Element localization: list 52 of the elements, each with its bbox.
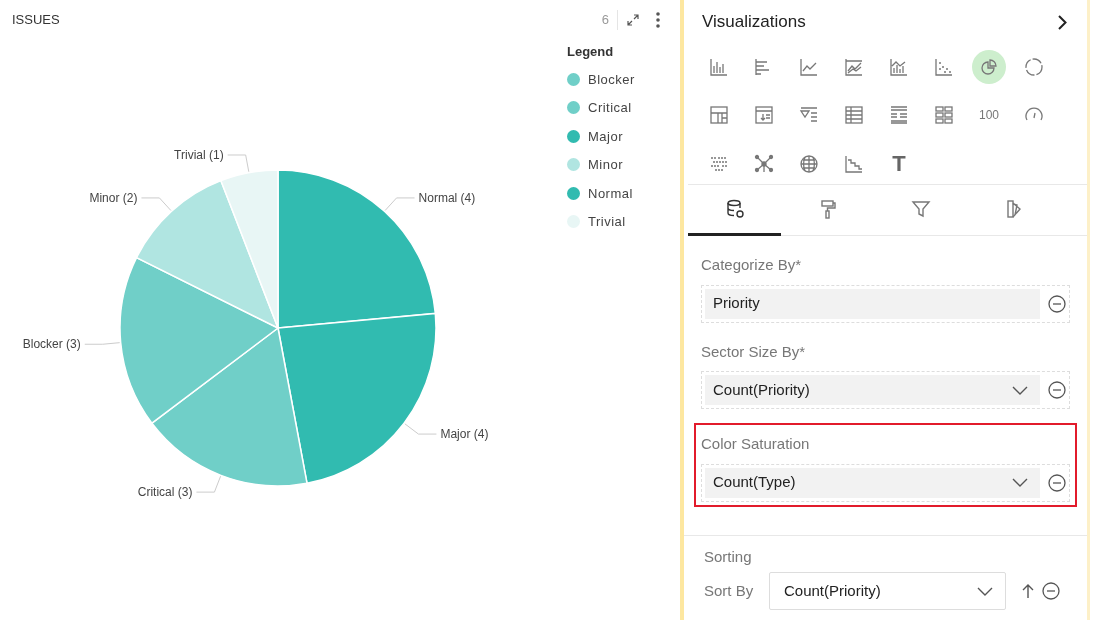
expand-icon[interactable] [626,13,640,27]
leader-line [84,342,121,345]
number-chart-button[interactable]: 100 [972,98,1006,133]
leader-line [140,197,172,211]
data-label: Minor (2) [89,190,138,205]
chevron-down-icon [977,586,993,596]
dropdown-field[interactable]: Count(Type) [705,467,1040,498]
arrow-up-icon[interactable] [1022,583,1034,599]
panel-title: Visualizations [702,11,806,34]
sort-dropdown[interactable]: Count(Priority) [769,572,1006,610]
legend-label[interactable]: Minor [588,155,623,175]
leader-line [384,197,416,211]
legend-label[interactable]: Trivial [588,212,626,232]
legend-label[interactable]: Major [588,126,623,146]
pie-slice[interactable] [277,312,437,485]
remove-icon[interactable] [1048,473,1066,492]
legend-label[interactable]: Normal [588,183,633,203]
field-label: Color Saturation [701,434,811,454]
field-label: Sector Size By* [701,341,807,362]
chevron-right-icon[interactable] [1058,14,1067,30]
text-widget-button[interactable]: T [882,146,916,181]
data-label: Major (4) [440,427,489,442]
remove-icon[interactable] [1048,294,1066,313]
panel-title: ISSUES [12,11,60,30]
input-field[interactable]: Priority [705,288,1040,319]
data-label: Normal (4) [418,190,476,205]
item-count: 6 [601,11,609,30]
legend-title: Legend [567,43,615,61]
field-label: Categorize By* [701,255,803,275]
pie-slice[interactable] [220,169,279,329]
leader-line [195,475,222,493]
field-label: Sort By [704,580,755,601]
pie-chart-icon[interactable] [972,50,1006,84]
leader-line [404,423,437,435]
remove-icon[interactable] [1048,381,1066,399]
chevron-down-icon [1012,478,1028,487]
chevron-down-icon [1012,385,1028,395]
legend-label[interactable]: Blocker [588,69,635,89]
pie-slice[interactable] [119,256,279,424]
more-icon[interactable] [656,12,660,28]
leader-line [227,154,250,173]
dropdown-field[interactable]: Count(Priority) [705,375,1040,405]
remove-icon[interactable] [1042,582,1060,600]
filter-icon [910,199,931,219]
pie-slice[interactable] [151,327,308,487]
section-title: Sorting [704,546,753,567]
data-label: Blocker (3) [22,337,81,352]
data-label: Trivial (1) [174,148,224,162]
data-settings-icon [724,199,745,219]
legend-label[interactable]: Critical [588,98,632,118]
pie-slice[interactable] [135,179,279,329]
data-label: Critical (3) [137,485,193,500]
